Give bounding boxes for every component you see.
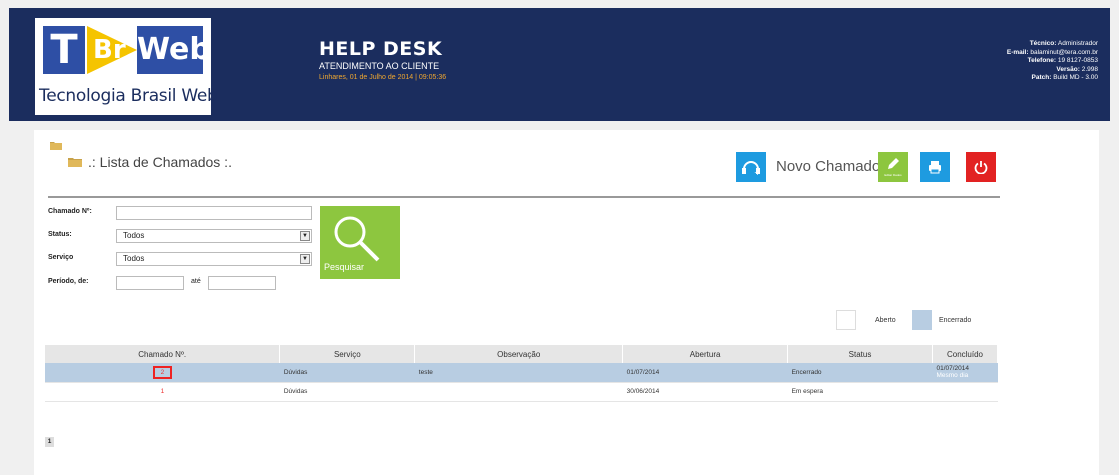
patch-label: Patch: [1031, 74, 1052, 81]
chamado-number-input[interactable] [116, 206, 312, 220]
col-header-status[interactable]: Status [787, 345, 933, 363]
edit-data-button[interactable]: Editar Dados [878, 152, 908, 182]
table-row[interactable]: 2 Dúvidas teste 01/07/2014 Encerrado 01/… [45, 363, 998, 383]
edit-data-label: Editar Dados [884, 173, 902, 177]
cell-observacao [414, 382, 623, 402]
folder-icon [50, 142, 62, 150]
logo-mark: T Br Web [39, 26, 211, 82]
servico-select[interactable]: Todos ▼ [116, 252, 312, 266]
legend-aberto-label: Aberto [875, 317, 896, 324]
email-label: E-mail: [1006, 48, 1029, 56]
col-header-concluido[interactable]: Concluído [932, 345, 999, 363]
periodo-de-input[interactable] [116, 276, 184, 290]
logout-button[interactable] [966, 152, 996, 182]
cell-concluido: 01/07/2014 Mesmo dia [932, 363, 998, 383]
versao-value: 2.998 [1081, 65, 1098, 73]
versao-label: Versão: [1056, 65, 1080, 73]
table-row[interactable]: 1 Dúvidas 30/06/2014 Em espera [45, 382, 998, 402]
ate-label: até [191, 278, 201, 285]
chevron-down-icon[interactable]: ▼ [300, 254, 310, 264]
folder-icon [68, 158, 82, 167]
col-header-chamado[interactable]: Chamado Nº. [45, 345, 281, 363]
legend-encerrado-swatch [912, 310, 932, 330]
tickets-table: Chamado Nº. Serviço Observação Abertura … [45, 345, 999, 402]
logo-letter-t: T [43, 26, 85, 74]
print-button[interactable] [920, 152, 950, 182]
header-divider [48, 196, 1000, 198]
telefone-label: Telefone: [1027, 57, 1057, 64]
current-datetime: Linhares, 01 de Julho de 2014 | 09:05:36 [319, 74, 447, 81]
patch-value: Build MD - 3.00 [1053, 74, 1098, 81]
new-ticket-label[interactable]: Novo Chamado [776, 158, 880, 175]
servico-label: Serviço [48, 254, 74, 261]
headset-plus-icon: + [742, 161, 761, 176]
status-selected-value: Todos [123, 231, 145, 240]
cell-concluido [932, 382, 998, 402]
new-ticket-button[interactable]: + [736, 152, 766, 182]
printer-icon [929, 161, 941, 174]
telefone-value: 19 8127-0853 [1057, 57, 1098, 64]
periodo-ate-input[interactable] [208, 276, 276, 290]
legend-encerrado-label: Encerrado [939, 317, 972, 324]
cell-abertura: 01/07/2014 [622, 363, 788, 383]
status-label: Status: [48, 231, 72, 238]
servico-selected-value: Todos [123, 254, 145, 263]
pencil-icon [888, 158, 899, 169]
table-header-row: Chamado Nº. Serviço Observação Abertura … [45, 345, 999, 363]
cell-status: Em espera [787, 382, 933, 402]
legend-aberto-swatch [836, 310, 856, 330]
cell-abertura: 30/06/2014 [622, 382, 788, 402]
cell-servico: Dúvidas [279, 363, 415, 383]
email-value: balaminut@tera.com.br [1030, 48, 1098, 56]
concluido-date: 01/07/2014 [936, 365, 970, 373]
company-logo[interactable]: T Br Web Tecnologia Brasil Web [35, 18, 218, 115]
col-header-abertura[interactable]: Abertura [622, 345, 789, 363]
magnifier-icon [334, 216, 380, 262]
main-panel: .: Lista de Chamados :. + Novo Chamado E… [34, 130, 1099, 475]
app-subtitle: ATENDIMENTO AO CLIENTE [319, 61, 440, 71]
chevron-down-icon[interactable]: ▼ [300, 231, 310, 241]
app-header: T Br Web Tecnologia Brasil Web HELP DESK… [9, 8, 1110, 121]
search-label: Pesquisar [324, 262, 365, 272]
logo-arrow: Br [87, 26, 137, 74]
col-header-observacao[interactable]: Observação [414, 345, 624, 363]
status-select[interactable]: Todos ▼ [116, 229, 312, 243]
logo-web-text: Web [137, 26, 211, 74]
cell-status: Encerrado [787, 363, 933, 383]
cell-observacao: teste [414, 363, 623, 383]
power-icon [974, 161, 988, 174]
tecnico-label: Técnico: [1029, 40, 1057, 47]
page-title: .: Lista de Chamados :. [88, 154, 232, 170]
search-button[interactable]: Pesquisar [320, 206, 400, 279]
tecnico-value: Administrador [1057, 40, 1098, 47]
logo-caption: Tecnologia Brasil Web [39, 86, 218, 106]
col-header-servico[interactable]: Serviço [279, 345, 416, 363]
svg-text:+: + [754, 168, 761, 176]
pagination-page-1[interactable]: 1 [45, 437, 54, 447]
ticket-number-link[interactable]: 2 [152, 365, 173, 379]
periodo-label: Período, de: [48, 278, 89, 285]
logo-br-text: Br [93, 35, 126, 65]
technician-info: Técnico: Administrador E-mail: balaminut… [1007, 40, 1098, 83]
ticket-number-link[interactable]: 1 [45, 382, 280, 402]
cell-servico: Dúvidas [279, 382, 415, 402]
concluido-note: Mesmo dia [936, 372, 969, 380]
chamado-label: Chamado Nº: [48, 208, 92, 215]
app-title: HELP DESK [319, 38, 443, 60]
